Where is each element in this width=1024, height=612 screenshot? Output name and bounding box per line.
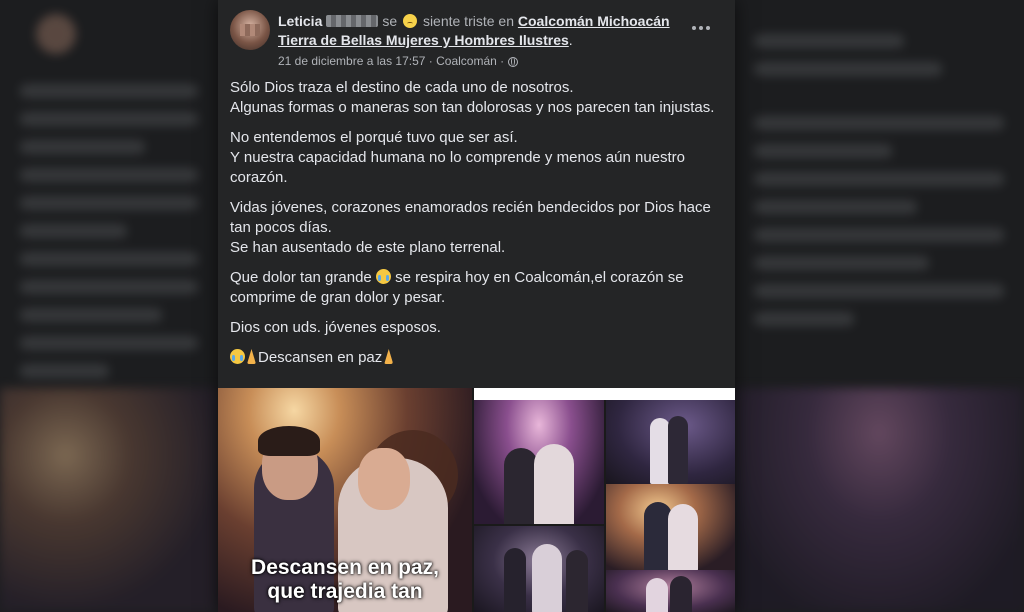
blurred-text	[754, 20, 1004, 340]
paragraph-3: Vidas jóvenes, corazones enamorados reci…	[230, 198, 723, 258]
wedding-photo-2[interactable]	[474, 400, 604, 524]
feeling-suffix: siente triste en	[422, 13, 514, 29]
sad-face-icon	[403, 14, 418, 28]
text-line: Descansen en paz	[258, 349, 383, 366]
globe-icon	[507, 57, 518, 67]
censored-name-block	[326, 15, 379, 27]
feeling-prefix: se	[382, 13, 398, 29]
blurred-background-left	[0, 0, 218, 612]
more-horizontal-icon[interactable]	[687, 18, 715, 38]
location-end: .	[568, 32, 573, 48]
timestamp-link[interactable]: 21 de diciembre a las 17:57	[278, 54, 425, 68]
crying-face-icon	[375, 269, 391, 284]
author-avatar[interactable]	[230, 10, 270, 50]
blurred-background-right	[734, 0, 1024, 612]
text-line: Que dolor tan grande	[230, 269, 372, 286]
wedding-photo-3[interactable]	[606, 400, 735, 484]
photo-top-strip	[474, 388, 735, 400]
text-line: Algunas formas o maneras son tan doloros…	[230, 99, 715, 116]
post-meta: 21 de diciembre a las 17:57 · Coalcomán …	[278, 52, 678, 71]
meta-separator: ·	[428, 54, 433, 68]
caption-line-2: que trajedia tan	[267, 580, 423, 603]
main-wedding-photo[interactable]: Descansen en paz, que trajedia tan	[218, 388, 472, 612]
blurred-photo-right	[734, 388, 1024, 612]
paragraph-2: No entendemos el porqué tuvo que ser así…	[230, 128, 723, 188]
post-header-text: Leticia se siente triste en Coalcomán Mic…	[278, 12, 678, 71]
blurred-photo-left	[0, 388, 218, 612]
photo-grid: Descansen en paz, que trajedia tan	[218, 388, 735, 612]
place-meta[interactable]: Coalcomán	[436, 54, 497, 68]
text-line: Y nuestra capacidad humana no lo compren…	[230, 149, 686, 186]
caption-line-1: Descansen en paz,	[251, 556, 439, 579]
text-line: Vidas jóvenes, corazones enamorados reci…	[230, 199, 711, 236]
post-header: Leticia se siente triste en Coalcomán Mic…	[218, 0, 735, 72]
crying-face-icon	[230, 349, 245, 364]
photo-caption: Descansen en paz, que trajedia tan	[218, 556, 472, 604]
meta-separator: ·	[500, 54, 505, 68]
text-line: Dios con uds. jóvenes esposos.	[230, 319, 441, 336]
paragraph-1: Sólo Dios traza el destino de cada uno d…	[230, 78, 723, 118]
paragraph-6: Descansen en paz	[230, 348, 723, 368]
wedding-photo-4[interactable]	[606, 484, 735, 570]
text-line: Se han ausentado de este plano terrenal.	[230, 239, 506, 256]
text-line: No entendemos el porqué tuvo que ser así…	[230, 129, 518, 146]
paragraph-4: Que dolor tan grande se respira hoy en C…	[230, 268, 723, 308]
blurred-text	[20, 70, 198, 392]
facebook-post: Leticia se siente triste en Coalcomán Mic…	[218, 0, 735, 612]
paragraph-5: Dios con uds. jóvenes esposos.	[230, 318, 723, 338]
blurred-avatar	[36, 14, 76, 54]
praying-hands-icon	[245, 349, 258, 364]
wedding-photo-5[interactable]	[474, 526, 604, 612]
post-body: Sólo Dios traza el destino de cada uno d…	[218, 78, 735, 368]
author-name[interactable]: Leticia	[278, 13, 322, 29]
praying-hands-icon	[382, 349, 395, 364]
wedding-photo-6[interactable]	[606, 570, 735, 612]
text-line: Sólo Dios traza el destino de cada uno d…	[230, 79, 574, 96]
